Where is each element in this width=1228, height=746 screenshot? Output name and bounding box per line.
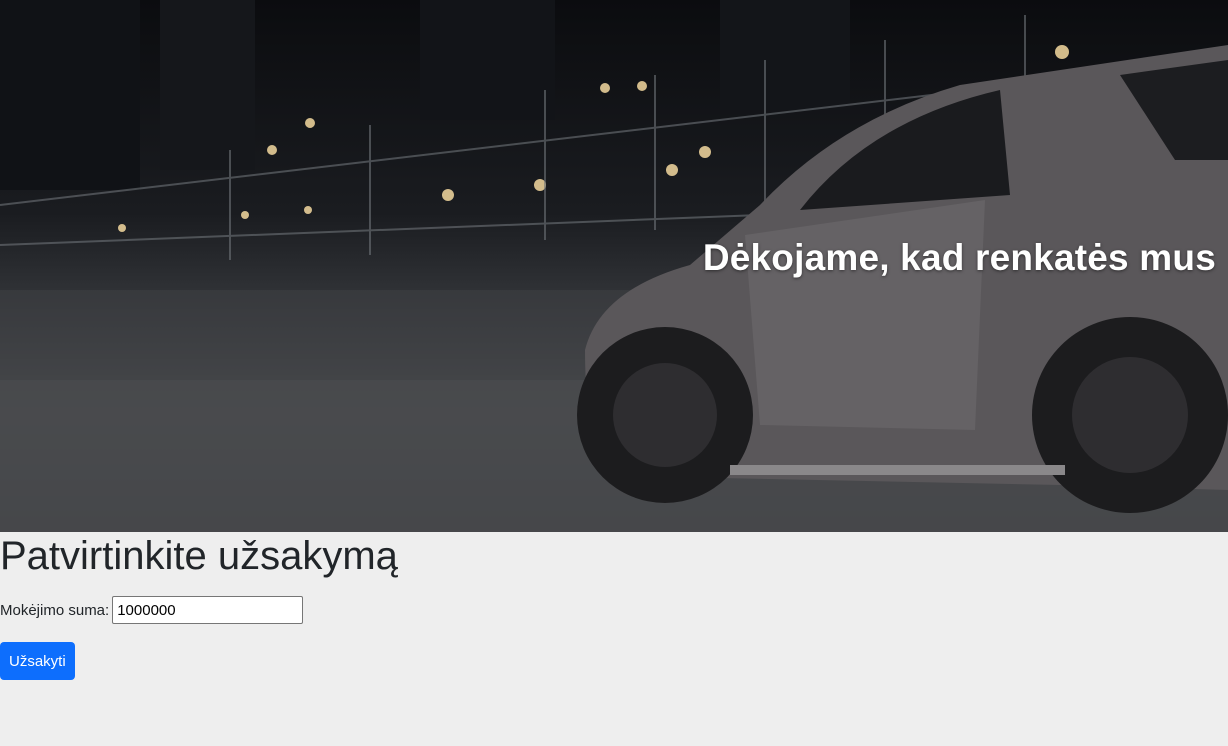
- hero-title: Dėkojame, kad renkatės mus: [702, 237, 1216, 278]
- hero-banner: Dėkojame, kad renkatės mus: [0, 0, 1228, 532]
- page-title: Patvirtinkite užsakymą: [0, 534, 398, 578]
- payment-amount-label: Mokėjimo suma:: [0, 601, 110, 619]
- order-submit-button[interactable]: Užsakyti: [0, 642, 75, 680]
- payment-amount-input[interactable]: [112, 596, 304, 624]
- payment-amount-row: Mokėjimo suma:: [0, 596, 304, 624]
